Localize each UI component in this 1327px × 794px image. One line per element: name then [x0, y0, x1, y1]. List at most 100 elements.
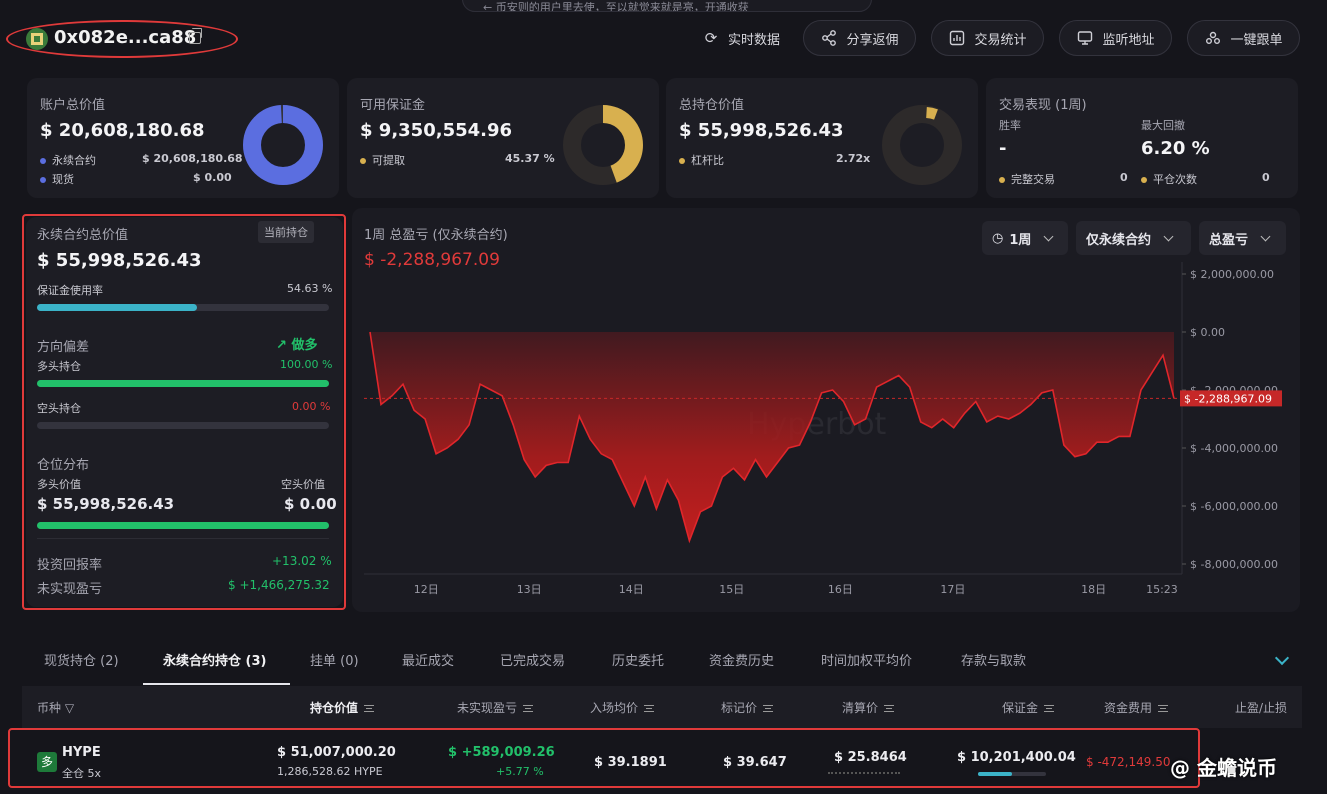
short-value: 0.00 % — [292, 400, 331, 413]
withdraw-value: 45.37 % — [505, 152, 555, 165]
clock-icon: ◷ — [992, 230, 1004, 246]
account-value: $ 20,608,180.68 — [40, 120, 205, 141]
x-tick-label: 16日 — [828, 583, 853, 596]
filter-icon: ▽ — [64, 701, 75, 715]
chevron-down-icon — [1163, 231, 1174, 241]
y-tick-label: $ -8,000,000.00 — [1190, 558, 1278, 571]
long-fill — [37, 380, 329, 387]
row-coin[interactable]: HYPE — [62, 745, 101, 760]
tab-7[interactable]: 时间加权平均价 — [821, 650, 912, 669]
th-upnl[interactable]: 未实现盈亏 — [457, 699, 534, 716]
share-icon — [820, 29, 838, 47]
margin-value: $ 9,350,554.96 — [360, 120, 513, 141]
tab-2[interactable]: 挂单 (0) — [310, 650, 359, 669]
perp-value: $ 55,998,526.43 — [37, 250, 202, 271]
sort-icon — [644, 705, 655, 712]
tab-1[interactable]: 永续合约持仓 (3) — [163, 650, 266, 669]
row-qty: 1,286,528.62 HYPE — [277, 765, 383, 778]
sort-icon — [884, 705, 895, 712]
close-value: 0 — [1262, 171, 1270, 184]
long-label: 多头持仓 — [37, 360, 81, 373]
row-margin: $ 10,201,400.04 — [957, 750, 1076, 765]
tab-8[interactable]: 存款与取款 — [961, 650, 1026, 669]
active-tab-underline — [143, 683, 290, 685]
winrate-label: 胜率 — [999, 119, 1021, 132]
position-donut-arc — [925, 107, 938, 120]
x-tick-label: 13日 — [517, 583, 542, 596]
liq-indicator — [828, 772, 900, 774]
sort-icon — [1044, 705, 1055, 712]
upnl-value: $ +1,466,275.32 — [228, 578, 330, 592]
account-donut — [243, 105, 323, 185]
trade-stats-button[interactable]: 交易统计 — [931, 20, 1044, 56]
th-value[interactable]: 持仓价值 — [310, 699, 375, 716]
account-title: 账户总价值 — [40, 98, 106, 113]
sort-icon — [523, 705, 534, 712]
current-value-label: $ -2,288,967.09 — [1184, 392, 1272, 405]
row-upnl-pct: +5.77 % — [496, 765, 544, 778]
y-tick-label: $ -6,000,000.00 — [1190, 500, 1278, 513]
long-value: 100.00 % — [280, 358, 333, 371]
short-value-amount: $ 0.00 — [284, 495, 337, 513]
margin-usage-fill — [37, 304, 197, 311]
monitor-icon — [1076, 29, 1094, 47]
th-margin[interactable]: 保证金 — [1002, 699, 1055, 716]
row-entry: $ 39.1891 — [594, 755, 667, 770]
pnl-chart: Hyperbot $ 2,000,000.00$ 0.00$ -2,000,00… — [364, 262, 1282, 596]
row-margin-fill — [978, 772, 1012, 776]
short-value-label: 空头价值 — [281, 478, 325, 491]
tab-6[interactable]: 资金费历史 — [709, 650, 774, 669]
close-label: 平仓次数 — [1141, 171, 1197, 187]
th-coin[interactable]: 币种 ▽ — [37, 699, 74, 716]
scope-select[interactable]: 仅永续合约 — [1076, 221, 1191, 255]
perp-title: 永续合约总价值 — [37, 228, 129, 243]
tab-0[interactable]: 现货持仓 (2) — [44, 650, 119, 669]
withdraw-label: 可提取 — [360, 152, 405, 168]
account-donut-arc — [243, 105, 323, 185]
avatar — [26, 28, 48, 50]
period-select[interactable]: ◷ 1周 — [982, 221, 1068, 255]
position-title: 总持仓价值 — [679, 98, 745, 113]
direction-value: ↗ 做多 — [276, 338, 318, 353]
sort-icon — [1158, 705, 1169, 712]
copy-trade-button[interactable]: 一键跟单 — [1187, 20, 1300, 56]
th-entry[interactable]: 入场均价 — [590, 699, 655, 716]
copy-icon[interactable] — [189, 28, 202, 44]
margin-usage-value: 54.63 % — [287, 282, 333, 295]
x-tick-label: 18日 — [1081, 583, 1106, 596]
share-rebate-button[interactable]: 分享返佣 — [803, 20, 916, 56]
position-value: $ 55,998,526.43 — [679, 120, 844, 141]
tab-4[interactable]: 已完成交易 — [500, 650, 565, 669]
roi-value: +13.02 % — [272, 554, 332, 568]
top-banner[interactable]: ← 币安则的用户里去使，至以就觉来就是亮，开通收获 — [462, 0, 872, 12]
account-perp-value: $ 20,608,180.68 — [142, 152, 243, 165]
leverage-label: 杠杆比 — [679, 152, 724, 168]
margin-usage-label: 保证金使用率 — [37, 284, 103, 297]
tab-5[interactable]: 历史委托 — [612, 650, 664, 669]
x-tick-label: 15:23 — [1146, 583, 1178, 596]
current-position-badge: 当前持仓 — [258, 221, 314, 243]
chevron-down-icon — [1260, 231, 1271, 241]
monitor-address-button[interactable]: 监听地址 — [1059, 20, 1172, 56]
pnl-area — [370, 332, 1174, 541]
completed-label: 完整交易 — [999, 171, 1055, 187]
margin-donut — [563, 105, 643, 185]
x-tick-label: 15日 — [719, 583, 744, 596]
y-tick-label: $ 0.00 — [1190, 326, 1225, 339]
drawdown-value: 6.20 % — [1141, 138, 1210, 159]
author-watermark: @ 金蟾说币 — [1170, 756, 1277, 780]
upnl-label: 未实现盈亏 — [37, 582, 103, 597]
long-value-amount: $ 55,998,526.43 — [37, 495, 175, 513]
realtime-data-button[interactable]: ⟳ 实时数据 — [694, 20, 788, 56]
th-mark[interactable]: 标记价 — [721, 699, 774, 716]
chevron-down-icon — [1043, 231, 1054, 241]
metric-select[interactable]: 总盈亏 — [1199, 221, 1286, 255]
long-value-label: 多头价值 — [37, 478, 81, 491]
th-funding[interactable]: 资金费用 — [1104, 699, 1169, 716]
leverage-value: 2.72x — [836, 152, 871, 165]
tab-3[interactable]: 最近成交 — [402, 650, 454, 669]
dist-fill — [37, 522, 329, 529]
x-tick-label: 12日 — [414, 583, 439, 596]
account-spot-value: $ 0.00 — [193, 171, 232, 184]
th-liq[interactable]: 清算价 — [842, 699, 895, 716]
